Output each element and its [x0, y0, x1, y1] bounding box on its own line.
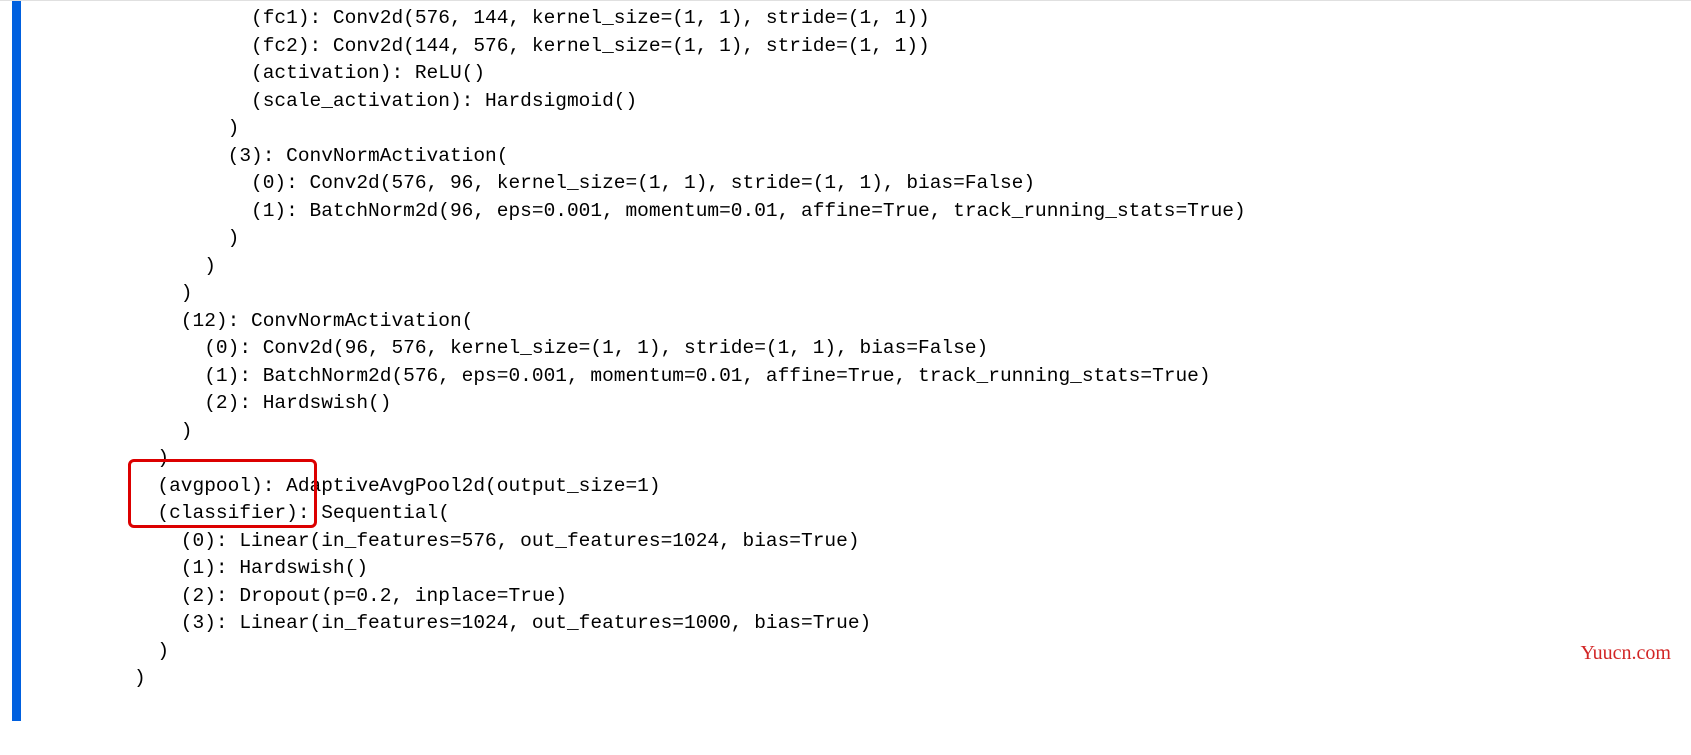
- code-line: (0): Linear(in_features=576, out_feature…: [134, 530, 860, 552]
- code-line: (12): ConvNormActivation(: [134, 310, 473, 332]
- code-line: ): [134, 227, 239, 249]
- code-line: ): [134, 117, 239, 139]
- code-line: (0): Conv2d(576, 96, kernel_size=(1, 1),…: [134, 172, 1035, 194]
- code-line: (scale_activation): Hardsigmoid(): [134, 90, 637, 112]
- code-line: (0): Conv2d(96, 576, kernel_size=(1, 1),…: [134, 337, 988, 359]
- code-line: (avgpool): AdaptiveAvgPool2d(output_size…: [134, 475, 661, 497]
- code-container: (fc1): Conv2d(576, 144, kernel_size=(1, …: [0, 1, 1691, 693]
- code-cell-indicator: [12, 1, 21, 721]
- code-line: ): [134, 667, 146, 689]
- code-line: ): [134, 447, 169, 469]
- code-line: (fc1): Conv2d(576, 144, kernel_size=(1, …: [134, 7, 930, 29]
- code-line: ): [134, 282, 193, 304]
- code-line: ): [134, 255, 216, 277]
- code-line: ): [134, 640, 169, 662]
- code-line: (3): Linear(in_features=1024, out_featur…: [134, 612, 871, 634]
- code-line: (3): ConvNormActivation(: [134, 145, 508, 167]
- code-line: (2): Dropout(p=0.2, inplace=True): [134, 585, 567, 607]
- code-line: (1): Hardswish(): [134, 557, 368, 579]
- code-line: (1): BatchNorm2d(96, eps=0.001, momentum…: [134, 200, 1246, 222]
- code-line: (1): BatchNorm2d(576, eps=0.001, momentu…: [134, 365, 1211, 387]
- code-output-block: (fc1): Conv2d(576, 144, kernel_size=(1, …: [24, 5, 1691, 693]
- watermark-text: Yuucn.com: [1580, 640, 1671, 668]
- code-line: (classifier): Sequential(: [134, 502, 450, 524]
- code-line: (activation): ReLU(): [134, 62, 485, 84]
- code-line: (2): Hardswish(): [134, 392, 391, 414]
- code-line: (fc2): Conv2d(144, 576, kernel_size=(1, …: [134, 35, 930, 57]
- code-line: ): [134, 420, 193, 442]
